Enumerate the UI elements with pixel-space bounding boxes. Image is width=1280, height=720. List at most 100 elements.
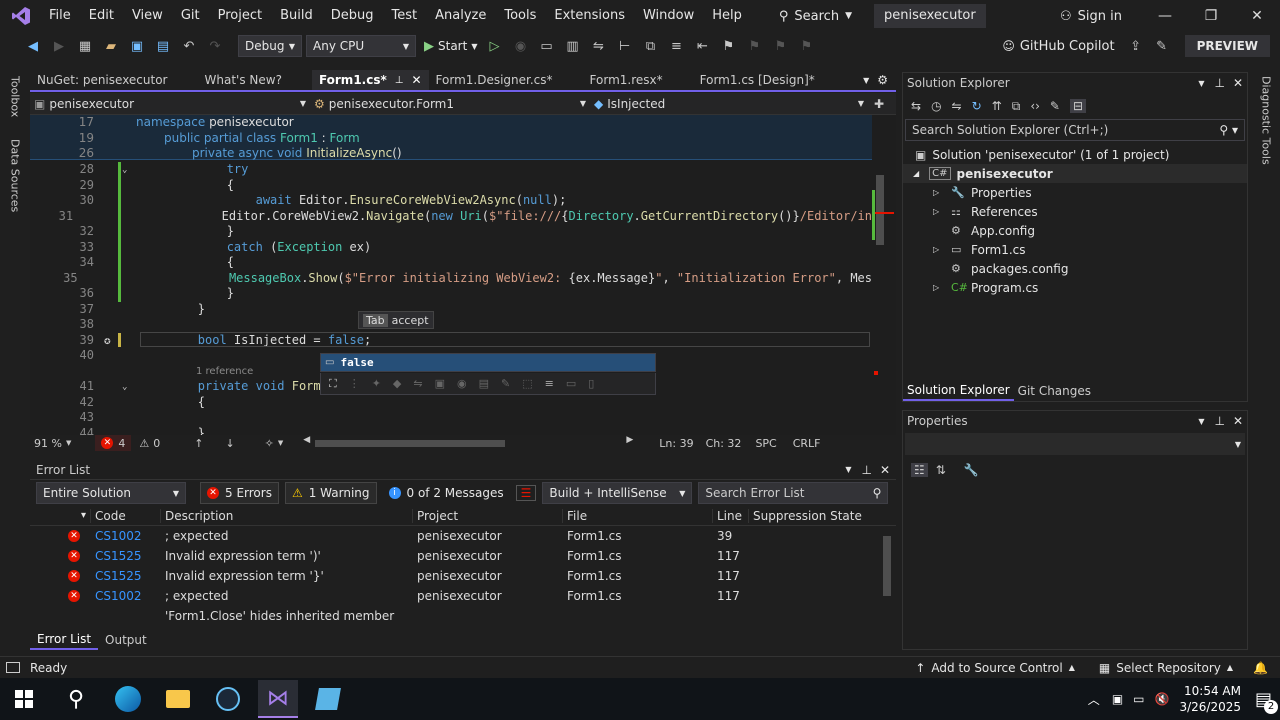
menu-analyze[interactable]: Analyze	[426, 0, 495, 32]
pin-icon[interactable]: ⊥	[395, 75, 404, 86]
tab-document[interactable]: NuGet: penisexecutor	[30, 70, 198, 90]
property-pages-icon[interactable]: 🔧	[964, 463, 979, 477]
filter-icon[interactable]: ▤	[479, 377, 489, 390]
tree-item[interactable]: ⚙ packages.config	[903, 259, 1247, 278]
notifications-bell-icon[interactable]: 🔔	[1253, 661, 1268, 675]
bookmark-next-icon[interactable]: ⚑	[769, 35, 791, 57]
cell-code[interactable]: CS1002	[90, 589, 160, 603]
expand-icon[interactable]: ⛶	[329, 377, 337, 391]
data-sources-tab[interactable]: Data Sources	[9, 133, 22, 218]
filter-icon[interactable]: ◉	[457, 377, 467, 390]
code-line[interactable]: 31 Editor.CoreWebView2.Navigate (new Uri (…	[30, 209, 872, 225]
pin-icon[interactable]: ⊥	[1214, 414, 1224, 428]
filter-icon[interactable]: ▭	[566, 377, 576, 390]
minimize-button[interactable]: —	[1142, 0, 1188, 32]
back-icon[interactable]: ◀	[22, 35, 44, 57]
close-icon[interactable]: ✕	[880, 463, 890, 477]
scroll-left-icon[interactable]: ◀	[303, 435, 310, 445]
properties-object-select[interactable]: ▼	[905, 433, 1245, 455]
table-row[interactable]: 'Form1.Close' hides inherited member	[30, 606, 896, 626]
layout-icon[interactable]: ▥	[561, 35, 583, 57]
menu-test[interactable]: Test	[383, 0, 427, 32]
bookmark-clear-icon[interactable]: ⚑	[795, 35, 817, 57]
menu-debug[interactable]: Debug	[322, 0, 383, 32]
tree-item[interactable]: ▷ ⚏ References	[903, 202, 1247, 221]
next-issue-icon[interactable]: ↓	[225, 437, 234, 450]
scroll-thumb[interactable]	[315, 440, 506, 447]
column-header-description[interactable]: Description	[160, 508, 412, 523]
warnings-filter-button[interactable]: ⚠ 1 Warning	[284, 482, 377, 504]
menu-help[interactable]: Help	[703, 0, 751, 32]
table-row[interactable]: ✕ CS1525 Invalid expression term ')' penise…	[30, 546, 896, 566]
column-header-project[interactable]: Project	[412, 508, 562, 523]
line-ending-mode[interactable]: CRLF	[793, 437, 821, 450]
show-hidden-icons-icon[interactable]: ︿	[1088, 691, 1100, 708]
scroll-thumb[interactable]	[883, 536, 891, 596]
diagnostic-tools-tab[interactable]: Diagnostic Tools	[1260, 70, 1273, 171]
start-button[interactable]	[4, 680, 44, 718]
code-line[interactable]: 17 namespace penisexecutor	[30, 115, 872, 131]
cell-code[interactable]: CS1525	[90, 569, 160, 583]
tree-item[interactable]: ⚙ App.config	[903, 221, 1247, 240]
view-code-icon[interactable]: ‹›	[1030, 99, 1040, 113]
chevron-down-icon[interactable]: ▼	[1198, 79, 1204, 88]
share-icon[interactable]: ⇪	[1125, 35, 1147, 57]
tab-error-list[interactable]: Error List	[30, 630, 99, 650]
scope-select[interactable]: Entire Solution ▼	[36, 482, 186, 504]
collapse-icon[interactable]: ⌄	[122, 165, 127, 175]
preview-toggle-icon[interactable]: ⊟	[1069, 99, 1087, 113]
code-line[interactable]: 36 }	[30, 286, 872, 302]
code-line[interactable]: 43	[30, 410, 872, 426]
code-line[interactable]: 26 private async void InitializeAsync()	[30, 146, 872, 162]
vertical-scrollbar[interactable]	[872, 115, 896, 435]
maximize-button[interactable]: ❐	[1188, 0, 1234, 32]
sync-icon[interactable]: ⇆	[911, 99, 921, 113]
tree-item[interactable]: ▷ ▭ Form1.cs	[903, 240, 1247, 259]
error-count[interactable]: ✕ 4	[95, 435, 132, 451]
column-header-file[interactable]: File	[562, 508, 712, 523]
categorized-icon[interactable]: ☷	[911, 463, 928, 477]
code-line[interactable]: 19 public partial class Form1 : Form	[30, 131, 872, 147]
tab-git-changes[interactable]: Git Changes	[1014, 384, 1095, 398]
format-icon[interactable]: ⇋	[587, 35, 609, 57]
forward-icon[interactable]: ▶	[48, 35, 70, 57]
menu-file[interactable]: File	[40, 0, 80, 32]
code-line[interactable]: 32 }	[30, 224, 872, 240]
copy-icon[interactable]: ⧉	[639, 35, 661, 57]
save-icon[interactable]: ▣	[126, 35, 148, 57]
column-header-line[interactable]: Line	[712, 508, 748, 523]
outdent-icon[interactable]: ⇤	[691, 35, 713, 57]
collapsed-icon[interactable]: ▷	[933, 283, 951, 292]
taskbar-visual-studio[interactable]: ⋈	[258, 680, 298, 718]
table-row[interactable]: ✕ CS1525 Invalid expression term '}' penise…	[30, 566, 896, 586]
close-icon[interactable]: ✕	[1233, 414, 1243, 428]
code-line[interactable]: 42 {	[30, 395, 872, 411]
new-project-icon[interactable]: ▦	[74, 35, 96, 57]
pin-icon[interactable]: ⊥	[861, 463, 871, 477]
redo-icon[interactable]: ↷	[204, 35, 226, 57]
scroll-thumb[interactable]	[876, 175, 884, 245]
tree-item[interactable]: ▷ C# Program.cs	[903, 278, 1247, 297]
menu-edit[interactable]: Edit	[80, 0, 123, 32]
pin-icon[interactable]: ⊥	[1214, 76, 1224, 90]
code-cleanup-icon[interactable]: ✧	[265, 437, 274, 450]
menu-build[interactable]: Build	[271, 0, 322, 32]
undo-icon[interactable]: ↶	[178, 35, 200, 57]
platform-select[interactable]: Any CPU ▼	[306, 35, 416, 57]
code-line[interactable]: 34 {	[30, 255, 872, 271]
column-number[interactable]: Ch: 32	[706, 437, 742, 450]
bookmark-prev-icon[interactable]: ⚑	[743, 35, 765, 57]
taskbar-file-explorer[interactable]	[158, 680, 198, 718]
member-navigation-select[interactable]: ◆ IsInjected ▼	[590, 94, 868, 114]
close-icon[interactable]: ✕	[1233, 76, 1243, 90]
error-list-scrollbar[interactable]	[882, 526, 892, 626]
warning-count[interactable]: ⚠ 0	[139, 437, 160, 450]
tab-document[interactable]: Form1.cs [Design]*	[693, 70, 845, 90]
code-line[interactable]: 35 MessageBox.Show($"Error initializing …	[30, 271, 872, 287]
menu-view[interactable]: View	[123, 0, 172, 32]
start-without-debug-icon[interactable]: ▷	[483, 35, 505, 57]
history-icon[interactable]: ◷	[931, 99, 941, 113]
filter-icon[interactable]: ▯	[588, 377, 594, 390]
errors-filter-button[interactable]: ✕ 5 Errors	[200, 482, 279, 504]
align-icon[interactable]: ⊢	[613, 35, 635, 57]
